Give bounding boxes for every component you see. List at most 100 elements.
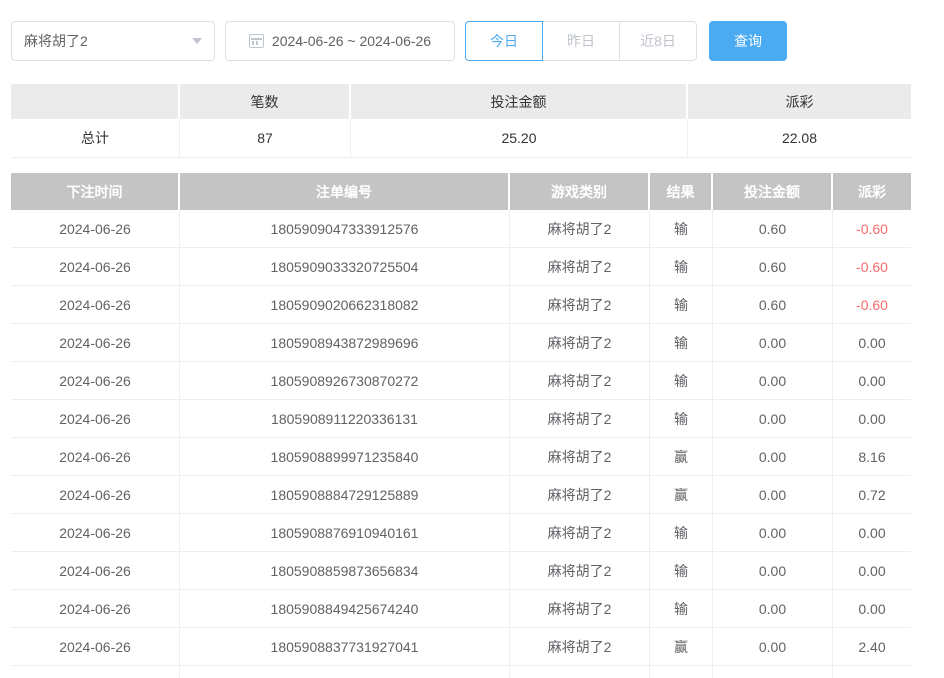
table-row: 2024-06-261805908943872989696麻将胡了2输0.000… (11, 324, 911, 362)
cell-bet-amount (713, 666, 833, 678)
cell-result: 输 (650, 210, 713, 247)
cell-bet-amount: 0.00 (713, 476, 833, 513)
summary-header-empty (11, 84, 180, 119)
cell-order-number (180, 666, 510, 678)
cell-payout: 0.00 (833, 400, 911, 437)
cell-bet-time: 2024-06-26 (11, 476, 180, 513)
summary-total-payout: 22.08 (688, 119, 911, 157)
cell-result: 赢 (650, 438, 713, 475)
table-row: 2024-06-261805909047333912576麻将胡了2输0.60-… (11, 210, 911, 248)
cell-payout: 0.00 (833, 590, 911, 627)
cell-game-type: 麻将胡了2 (510, 362, 650, 399)
cell-bet-time: 2024-06-26 (11, 400, 180, 437)
header-order-number: 注单编号 (180, 173, 510, 210)
cell-game-type (510, 666, 650, 678)
summary-total-label: 总计 (11, 119, 180, 157)
cell-bet-time: 2024-06-26 (11, 210, 180, 247)
cell-result: 输 (650, 286, 713, 323)
summary-total-count: 87 (180, 119, 351, 157)
today-button[interactable]: 今日 (465, 21, 543, 61)
game-select[interactable]: 麻将胡了2 (11, 21, 215, 61)
table-row: 2024-06-261805908899971235840麻将胡了2赢0.008… (11, 438, 911, 476)
query-button[interactable]: 查询 (709, 21, 787, 61)
cell-result: 输 (650, 552, 713, 589)
cell-payout: 0.00 (833, 324, 911, 361)
cell-bet-amount: 0.00 (713, 438, 833, 475)
cell-result: 输 (650, 324, 713, 361)
cell-order-number: 1805908899971235840 (180, 438, 510, 475)
cell-bet-time: 2024-06-26 (11, 628, 180, 665)
cell-bet-amount: 0.00 (713, 552, 833, 589)
table-row: 2024-06-261805908926730870272麻将胡了2输0.000… (11, 362, 911, 400)
summary-header-count: 笔数 (180, 84, 351, 119)
header-bet-amount: 投注金额 (713, 173, 833, 210)
cell-payout: 0.72 (833, 476, 911, 513)
calendar-icon (249, 34, 264, 48)
cell-bet-amount: 0.60 (713, 286, 833, 323)
table-row: 2024-06-261805908876910940161麻将胡了2输0.000… (11, 514, 911, 552)
cell-game-type: 麻将胡了2 (510, 438, 650, 475)
cell-result: 赢 (650, 476, 713, 513)
cell-game-type: 麻将胡了2 (510, 514, 650, 551)
cell-order-number: 1805908876910940161 (180, 514, 510, 551)
cell-payout: 8.16 (833, 438, 911, 475)
quick-range-button-group: 今日 昨日 近8日 (465, 21, 697, 61)
cell-bet-amount: 0.00 (713, 400, 833, 437)
cell-order-number: 1805908859873656834 (180, 552, 510, 589)
cell-order-number: 1805908837731927041 (180, 628, 510, 665)
cell-result: 输 (650, 362, 713, 399)
cell-game-type: 麻将胡了2 (510, 286, 650, 323)
cell-order-number: 1805908884729125889 (180, 476, 510, 513)
cell-bet-amount: 0.00 (713, 324, 833, 361)
betting-records-page: 麻将胡了2 2024-06-26 ~ 2024-06-26 今日 昨日 近8日 … (0, 0, 944, 678)
header-bet-time: 下注时间 (11, 173, 180, 210)
cell-order-number: 1805909020662318082 (180, 286, 510, 323)
cell-order-number: 1805909033320725504 (180, 248, 510, 285)
cell-result (650, 666, 713, 678)
table-body: 2024-06-261805909047333912576麻将胡了2输0.60-… (11, 210, 911, 678)
table-row: 2024-06-261805908911220336131麻将胡了2输0.000… (11, 400, 911, 438)
cell-order-number: 1805908926730870272 (180, 362, 510, 399)
date-range-picker[interactable]: 2024-06-26 ~ 2024-06-26 (225, 21, 455, 61)
header-result: 结果 (650, 173, 713, 210)
cell-game-type: 麻将胡了2 (510, 248, 650, 285)
table-row: 2024-06-261805908837731927041麻将胡了2赢0.002… (11, 628, 911, 666)
last-8-days-button[interactable]: 近8日 (619, 21, 697, 61)
cell-game-type: 麻将胡了2 (510, 400, 650, 437)
cell-result: 输 (650, 248, 713, 285)
cell-game-type: 麻将胡了2 (510, 324, 650, 361)
table-header-row: 下注时间 注单编号 游戏类别 结果 投注金额 派彩 (11, 173, 911, 210)
filter-bar: 麻将胡了2 2024-06-26 ~ 2024-06-26 今日 昨日 近8日 … (11, 21, 944, 61)
table-row: 2024-06-261805909020662318082麻将胡了2输0.60-… (11, 286, 911, 324)
cell-payout: -0.60 (833, 210, 911, 247)
summary-header-row: 笔数 投注金额 派彩 (11, 84, 911, 119)
cell-payout: -0.60 (833, 286, 911, 323)
cell-bet-amount: 0.60 (713, 248, 833, 285)
cell-bet-time: 2024-06-26 (11, 590, 180, 627)
chevron-down-icon (192, 38, 202, 44)
cell-game-type: 麻将胡了2 (510, 476, 650, 513)
summary-total-row: 总计 87 25.20 22.08 (11, 119, 911, 158)
table-row: 2024-06-261805908849425674240麻将胡了2输0.000… (11, 590, 911, 628)
header-payout: 派彩 (833, 173, 911, 210)
table-row: 2024-06-261805908859873656834麻将胡了2输0.000… (11, 552, 911, 590)
table-row (11, 666, 911, 678)
yesterday-button[interactable]: 昨日 (542, 21, 620, 61)
cell-payout: -0.60 (833, 248, 911, 285)
cell-game-type: 麻将胡了2 (510, 590, 650, 627)
table-row: 2024-06-261805909033320725504麻将胡了2输0.60-… (11, 248, 911, 286)
cell-game-type: 麻将胡了2 (510, 628, 650, 665)
table-row: 2024-06-261805908884729125889麻将胡了2赢0.000… (11, 476, 911, 514)
cell-bet-time: 2024-06-26 (11, 514, 180, 551)
cell-payout: 2.40 (833, 628, 911, 665)
cell-bet-time (11, 666, 180, 678)
date-range-value: 2024-06-26 ~ 2024-06-26 (272, 33, 431, 49)
cell-game-type: 麻将胡了2 (510, 552, 650, 589)
cell-bet-amount: 0.00 (713, 362, 833, 399)
cell-bet-time: 2024-06-26 (11, 438, 180, 475)
summary-header-bet-amount: 投注金额 (351, 84, 688, 119)
cell-result: 输 (650, 590, 713, 627)
summary-header-payout: 派彩 (688, 84, 911, 119)
cell-bet-amount: 0.00 (713, 514, 833, 551)
game-select-value: 麻将胡了2 (24, 31, 192, 51)
